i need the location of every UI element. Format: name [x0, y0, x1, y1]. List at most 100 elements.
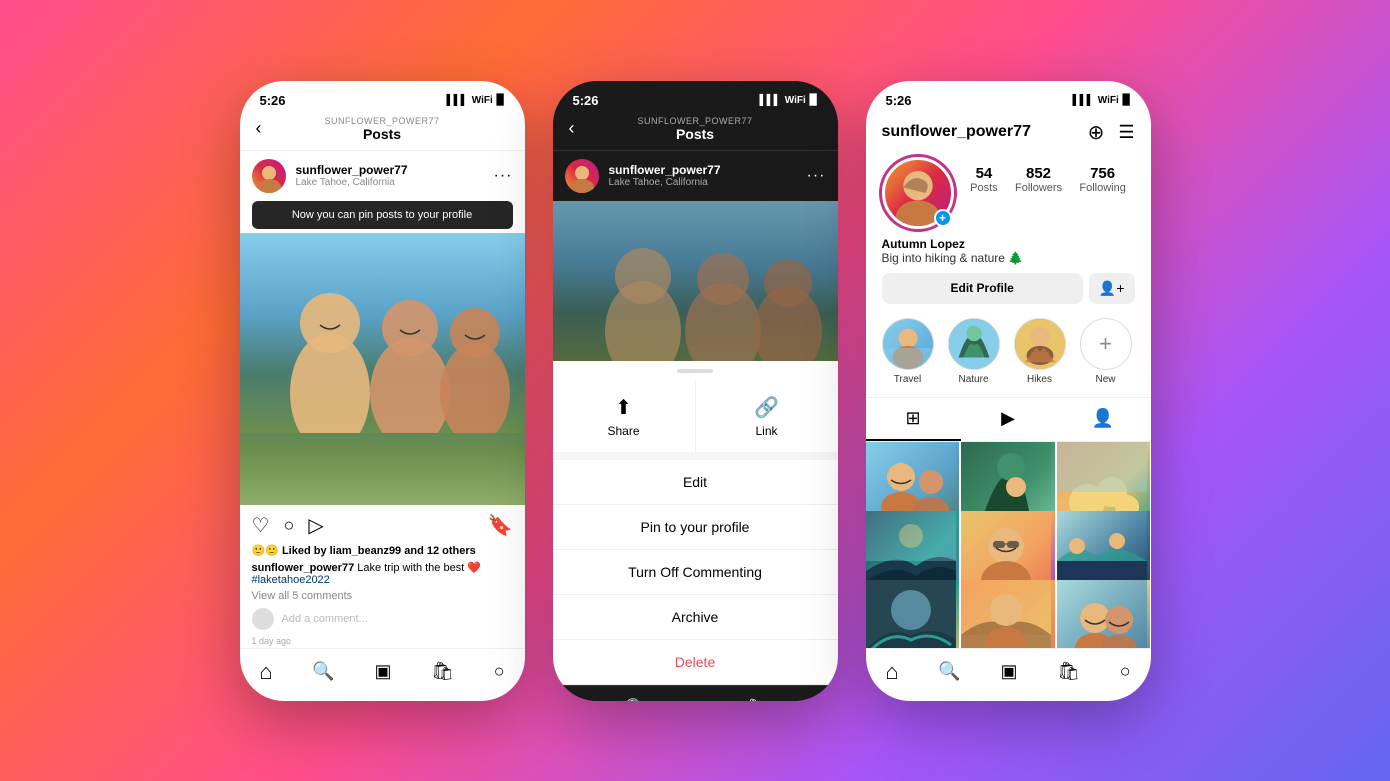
bio-section: Autumn Lopez Big into hiking & nature 🌲 — [866, 237, 1151, 273]
bottom-nav-3: ⌂ 🔍 ▣ 🛍 ○ — [866, 648, 1151, 701]
link-label: Link — [755, 424, 777, 438]
status-icons-2: ▌▌▌ WiFi ▉ — [760, 95, 818, 106]
mini-avatar-1 — [252, 608, 274, 630]
add-person-button[interactable]: 👤+ — [1089, 273, 1135, 304]
highlight-travel[interactable]: Travel — [882, 318, 934, 385]
comment-placeholder[interactable]: Add a comment... — [282, 613, 368, 625]
grid-cell-9[interactable] — [1057, 580, 1151, 647]
add-icon[interactable]: ⊕ — [1088, 120, 1105, 145]
phone-3: 5:26 ▌▌▌ WiFi ▉ sunflower_power77 ⊕ ☰ + — [866, 81, 1151, 701]
phone-1: 5:26 ▌▌▌ WiFi ▉ ‹ SUNFLOWER_POWER77 Post… — [240, 81, 525, 701]
time-2: 5:26 — [573, 93, 599, 108]
caption-text: Lake trip with the best ❤️ — [357, 562, 481, 574]
tab-grid[interactable]: ⊞ — [866, 398, 961, 441]
add-person-icon: 👤+ — [1099, 280, 1125, 296]
comment-icon-1[interactable]: ○ — [283, 515, 294, 536]
view-comments-1[interactable]: View all 5 comments — [240, 588, 525, 604]
share-button[interactable]: ⬆ Share — [553, 381, 696, 452]
more-button-1[interactable]: ··· — [494, 167, 513, 185]
back-button-1[interactable]: ‹ — [256, 118, 262, 139]
grid-cell-7[interactable] — [866, 580, 960, 647]
followers-label: Followers — [1015, 182, 1062, 194]
post-user-info-2: sunflower_power77 Lake Tahoe, California — [609, 163, 797, 188]
plus-badge[interactable]: + — [934, 209, 952, 227]
likes-count: 12 others — [427, 545, 476, 557]
caption-username: sunflower_power77 — [252, 562, 355, 574]
highlight-new[interactable]: + New — [1080, 318, 1132, 385]
post-header-2: ‹ SUNFLOWER_POWER77 Posts — [553, 112, 838, 151]
edit-profile-button[interactable]: Edit Profile — [882, 273, 1083, 304]
nav-reel-2[interactable]: ▣ — [687, 698, 704, 701]
delete-label: Delete — [675, 654, 715, 670]
nav-search-2[interactable]: 🔍 — [625, 698, 647, 701]
drag-handle — [677, 369, 713, 373]
nav-home-2[interactable]: ⌂ — [572, 696, 585, 701]
menu-icon[interactable]: ☰ — [1118, 122, 1134, 143]
highlight-circle-nature — [948, 318, 1000, 370]
nav-shop-1[interactable]: 🛍 — [431, 661, 454, 682]
following-count: 756 — [1079, 165, 1125, 182]
highlight-hikes[interactable]: Hikes — [1014, 318, 1066, 385]
bookmark-icon-1[interactable]: 🔖 — [488, 513, 513, 538]
edit-button[interactable]: Edit — [553, 460, 838, 505]
share-label: Share — [607, 424, 639, 438]
tab-tagged[interactable]: 👤 — [1056, 398, 1151, 441]
archive-button[interactable]: Archive — [553, 595, 838, 640]
stat-following[interactable]: 756 Following — [1079, 165, 1125, 194]
archive-label: Archive — [672, 609, 719, 625]
nav-home-3[interactable]: ⌂ — [885, 659, 898, 685]
nav-reel-3[interactable]: ▣ — [1000, 661, 1017, 682]
post-location-1: Lake Tahoe, California — [296, 177, 484, 188]
turn-off-commenting-button[interactable]: Turn Off Commenting — [553, 550, 838, 595]
header-title-2: Posts — [637, 126, 752, 142]
post-image-1 — [240, 233, 525, 505]
time-3: 5:26 — [886, 93, 912, 108]
status-icons-3: ▌▌▌ WiFi ▉ — [1073, 95, 1131, 106]
battery-icon-2: ▉ — [810, 95, 818, 106]
photo-grid — [866, 442, 1151, 648]
share-icon-1[interactable]: ▷ — [308, 513, 323, 538]
bio-name: Autumn Lopez — [882, 237, 1135, 251]
nav-search-1[interactable]: 🔍 — [312, 661, 334, 682]
signal-icon: ▌▌▌ — [447, 95, 468, 106]
sheet-top: ⬆ Share 🔗 Link — [553, 381, 838, 460]
caption-hashtag: #laketahoe2022 — [252, 574, 330, 586]
highlight-label-new: New — [1095, 374, 1115, 385]
more-button-2[interactable]: ··· — [807, 167, 826, 185]
post-user-info-1: sunflower_power77 Lake Tahoe, California — [296, 163, 484, 188]
status-icons-1: ▌▌▌ WiFi ▉ — [447, 95, 505, 106]
wifi-icon-2: WiFi — [785, 95, 806, 106]
likes-text: Liked by — [282, 545, 330, 557]
nav-search-3[interactable]: 🔍 — [938, 661, 960, 682]
highlight-label-travel: Travel — [894, 374, 921, 385]
sheet-drag — [553, 361, 838, 381]
stat-followers[interactable]: 852 Followers — [1015, 165, 1062, 194]
share-icon: ⬆ — [615, 395, 632, 420]
nav-profile-1[interactable]: ○ — [494, 661, 505, 682]
pin-button[interactable]: Pin to your profile — [553, 505, 838, 550]
tab-reels[interactable]: ▶ — [961, 398, 1056, 441]
post-username-1: sunflower_power77 — [296, 163, 484, 177]
highlight-label-nature: Nature — [958, 374, 988, 385]
action-bar-1: ♡ ○ ▷ 🔖 — [240, 505, 525, 542]
avatar-1 — [252, 159, 286, 193]
nav-profile-2[interactable]: ○ — [807, 698, 818, 701]
nav-shop-2[interactable]: 🛍 — [744, 698, 767, 701]
stats-group: 54 Posts 852 Followers 756 Following — [962, 157, 1135, 194]
edit-profile-row: Edit Profile 👤+ — [866, 273, 1151, 314]
nav-profile-3[interactable]: ○ — [1120, 661, 1131, 682]
liker-name: liam_beanz99 — [330, 545, 402, 557]
link-button[interactable]: 🔗 Link — [696, 381, 838, 452]
nav-reel-1[interactable]: ▣ — [374, 661, 391, 682]
back-button-2[interactable]: ‹ — [569, 118, 575, 139]
like-icon-1[interactable]: ♡ — [252, 513, 270, 538]
nav-home-1[interactable]: ⌂ — [259, 659, 272, 685]
link-icon: 🔗 — [754, 395, 779, 420]
profile-avatar-wrap: + — [882, 157, 954, 229]
header-title-1: Posts — [324, 126, 439, 142]
delete-button[interactable]: Delete — [553, 640, 838, 685]
highlight-nature[interactable]: Nature — [948, 318, 1000, 385]
grid-cell-8[interactable] — [961, 580, 1055, 647]
followers-count: 852 — [1015, 165, 1062, 182]
nav-shop-3[interactable]: 🛍 — [1057, 661, 1080, 682]
